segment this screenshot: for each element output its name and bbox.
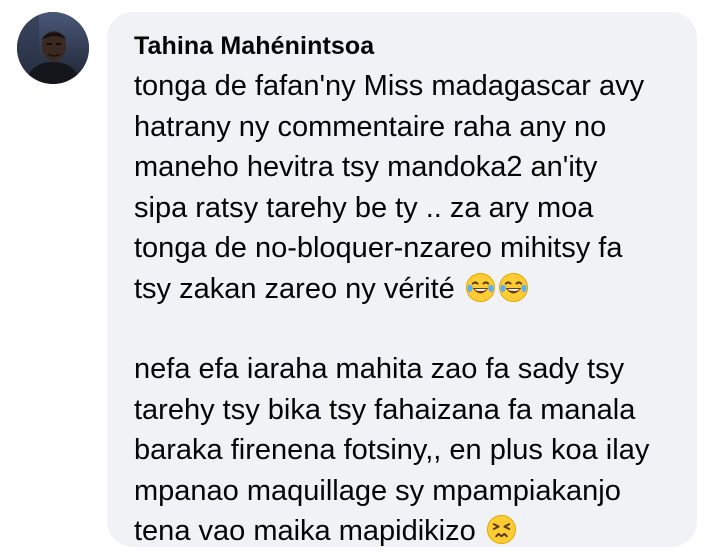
comment-line: mpanao maquillage sy mpampiakanjo — [134, 474, 621, 507]
comment-line: tarehy tsy bika tsy fahaizana fa manala — [134, 393, 636, 426]
comment-line-text: tena vao maika mapidikizo — [134, 515, 476, 547]
comment-line-text: tsy zakan zareo ny vérité — [134, 272, 455, 305]
avatar-photo — [17, 12, 89, 84]
comment-line-with-emoji: tsy zakan zareo ny vérité — [134, 269, 677, 310]
comment-author-name[interactable]: Tahina Mahénintsoa — [134, 29, 677, 63]
face-with-tears-of-joy-icon — [498, 272, 529, 303]
comment-line: tonga de no-bloquer-nzareo mihitsy fa — [134, 232, 623, 264]
comment-line: tonga de fafan'ny Miss madagascar avy — [134, 70, 645, 102]
comment-line: nefa efa iaraha mahita zao fa sady tsy — [134, 353, 625, 385]
persevering-face-icon — [486, 514, 517, 545]
comment-text: tonga de fafan'ny Miss madagascar avy ha… — [134, 66, 677, 552]
avatar[interactable] — [17, 12, 89, 84]
comment-line: hatrany ny commentaire raha any no — [134, 110, 607, 143]
comment-line: baraka firenena fotsiny,, en plus koa il… — [134, 434, 650, 466]
comment-line: sipa ratsy tarehy be ty .. za ary moa — [134, 191, 594, 224]
comment-bubble: Tahina Mahénintsoa tonga de fafan'ny Mis… — [107, 12, 697, 547]
comment-line: maneho hevitra tsy mandoka2 an'ity — [134, 151, 598, 183]
face-with-tears-of-joy-icon — [465, 272, 496, 303]
comment-line-with-emoji: tena vao maika mapidikizo — [134, 511, 677, 552]
